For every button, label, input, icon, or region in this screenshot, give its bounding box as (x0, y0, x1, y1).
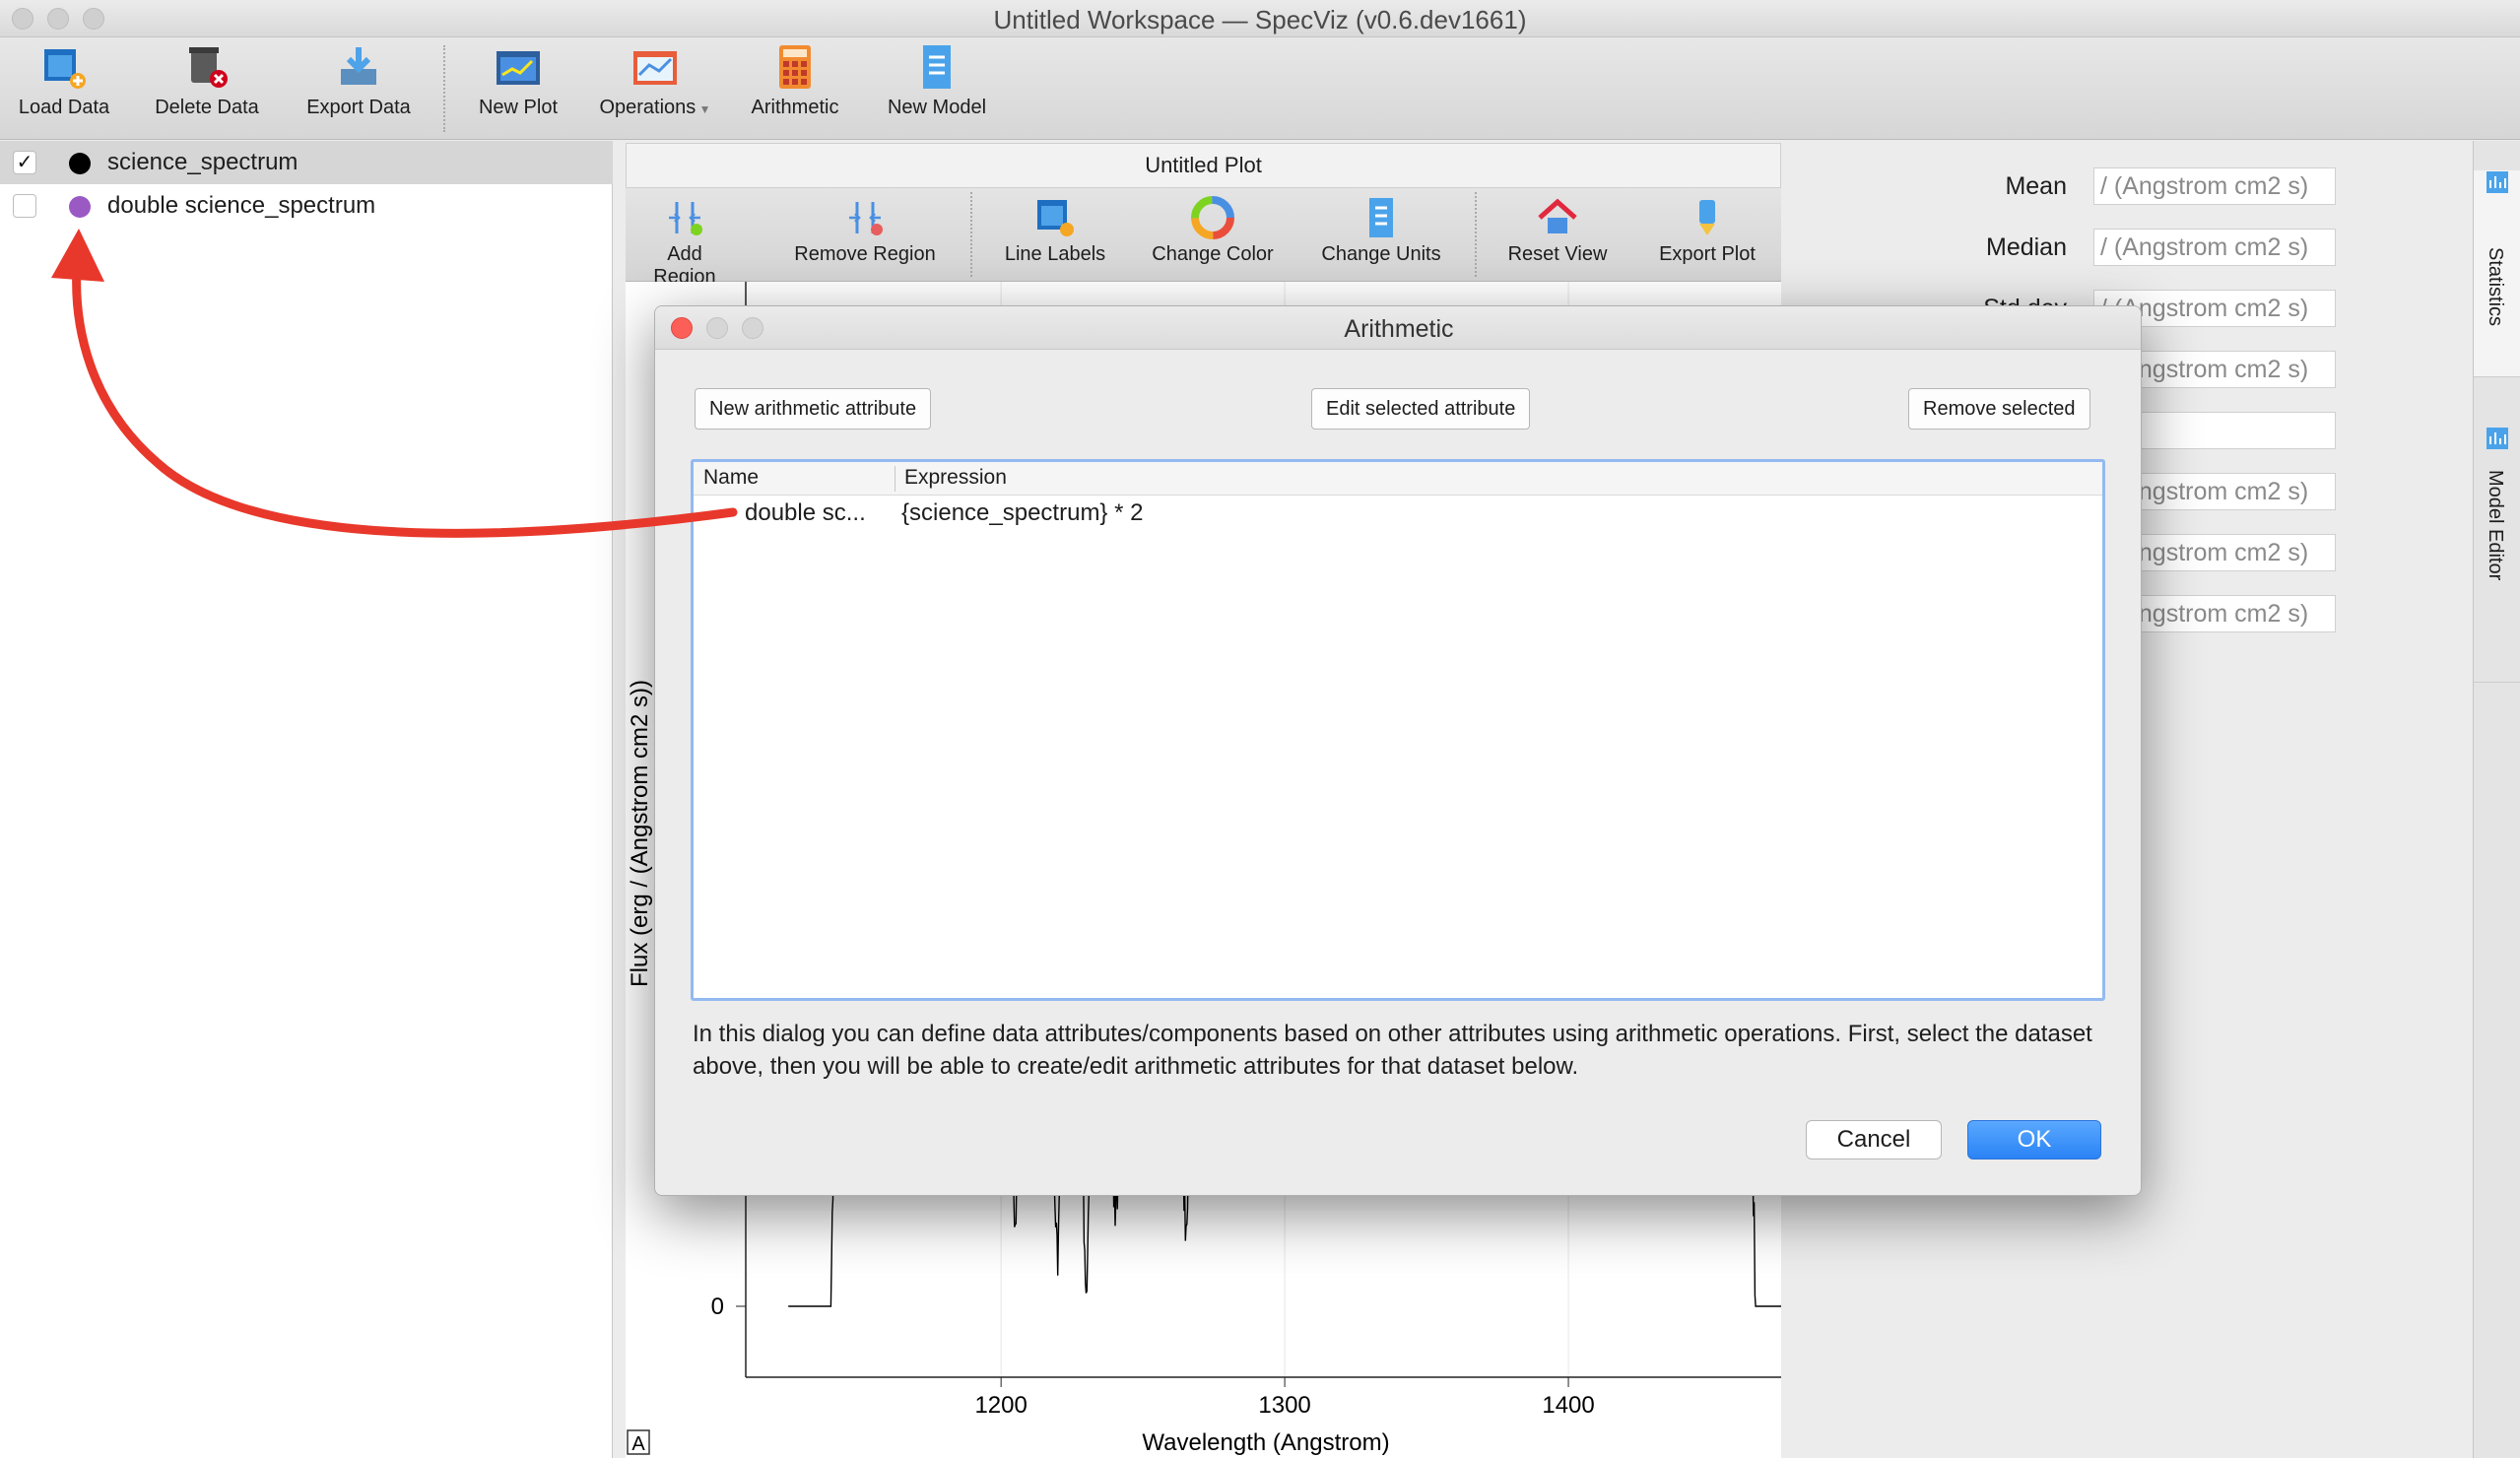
data-item-label: science_spectrum (107, 149, 298, 175)
x-tick-label: 1200 (974, 1392, 1027, 1419)
line-labels-icon (1037, 200, 1074, 236)
dialog-help-text: In this dialog you can define data attri… (693, 1021, 2092, 1080)
column-header-name[interactable]: Name (703, 466, 759, 490)
remove-selected-button[interactable]: Remove selected (1908, 388, 2090, 430)
color-wheel-icon (1191, 196, 1234, 239)
stat-row-median: Median / (Angstrom cm2 s) (1781, 227, 2471, 270)
attribute-table[interactable]: Name Expression double sc... {science_sp… (691, 459, 2105, 1001)
stat-value-field[interactable]: / (Angstrom cm2 s) (2093, 167, 2336, 205)
remove-region-button[interactable]: Remove Region (791, 196, 939, 266)
arithmetic-label: Arithmetic (751, 97, 839, 118)
main-toolbar: Load Data Delete Data Export Data New Pl… (0, 37, 2520, 140)
attribute-expression-cell: {science_spectrum} * 2 (901, 499, 1144, 526)
plot-toolbar: Add Region Remove Region Line Labels Cha… (626, 188, 1781, 288)
new-model-label: New Model (887, 97, 987, 118)
reset-view-button[interactable]: Reset View (1500, 196, 1615, 266)
color-dot (69, 196, 91, 218)
toolbar-separator (970, 192, 972, 277)
change-units-label: Change Units (1321, 243, 1441, 265)
delete-data-label: Delete Data (155, 97, 259, 118)
stat-row-mean: Mean / (Angstrom cm2 s) (1781, 166, 2471, 209)
delete-data-button[interactable]: Delete Data (148, 43, 266, 134)
change-color-button[interactable]: Change Color (1146, 196, 1280, 266)
calculator-icon (779, 45, 811, 89)
change-units-button[interactable]: Change Units (1315, 196, 1447, 266)
ok-button[interactable]: OK (1967, 1120, 2101, 1160)
arithmetic-dialog: Arithmetic New arithmetic attribute Edit… (654, 305, 2142, 1196)
export-data-icon (341, 47, 376, 85)
x-axis-label: Wavelength (Angstrom) (1142, 1429, 1389, 1456)
table-header: Name Expression (694, 462, 2102, 496)
change-color-label: Change Color (1152, 243, 1274, 265)
add-region-icon (669, 202, 702, 235)
data-item-label: double science_spectrum (107, 192, 376, 219)
dialog-titlebar: Arithmetic (655, 306, 2141, 350)
table-row[interactable]: double sc... {science_spectrum} * 2 (694, 496, 2102, 531)
x-axis-ticks: 1200 1300 1400 (974, 1377, 1595, 1419)
load-data-button[interactable]: Load Data (10, 43, 118, 134)
x-tick-label: 1400 (1542, 1392, 1594, 1419)
tab-statistics-label: Statistics (2485, 247, 2506, 327)
dropdown-arrow-icon: ▼ (696, 102, 711, 116)
statistics-icon (2487, 171, 2508, 193)
data-list-panel: ✓ science_spectrum double science_spectr… (0, 141, 613, 1458)
visibility-checkbox[interactable]: ✓ (13, 151, 36, 174)
tab-model-editor[interactable]: Model Editor (2474, 427, 2520, 683)
data-list-item[interactable]: ✓ science_spectrum (0, 141, 613, 184)
line-labels-button[interactable]: Line Labels (998, 196, 1112, 266)
y-axis-ticks: 0 (711, 1293, 746, 1320)
edit-selected-attribute-button[interactable]: Edit selected attribute (1311, 388, 1531, 430)
load-data-label: Load Data (18, 97, 110, 118)
visibility-checkbox[interactable] (13, 194, 36, 218)
new-plot-label: New Plot (478, 97, 559, 118)
cancel-button[interactable]: Cancel (1806, 1120, 1942, 1160)
dialog-title: Arithmetic (1344, 315, 1454, 343)
stat-label: Mean (2005, 172, 2067, 200)
new-plot-icon (497, 51, 540, 85)
new-plot-button[interactable]: New Plot (469, 43, 567, 134)
tab-statistics[interactable]: Statistics (2474, 170, 2520, 377)
new-model-icon (923, 45, 951, 89)
load-data-icon (44, 49, 86, 89)
side-tab-bar: Statistics Model Editor (2473, 141, 2520, 1458)
operations-button[interactable]: Operations ▼ (595, 43, 715, 134)
delete-data-icon (189, 47, 228, 88)
tab-model-editor-label: Model Editor (2485, 470, 2506, 581)
window-title: Untitled Workspace — SpecViz (v0.6.dev16… (993, 5, 1527, 34)
remove-region-icon (849, 202, 883, 235)
stat-value-field[interactable]: / (Angstrom cm2 s) (2093, 229, 2336, 266)
line-labels-label: Line Labels (1004, 243, 1106, 265)
new-arithmetic-attribute-button[interactable]: New arithmetic attribute (695, 388, 932, 430)
export-data-button[interactable]: Export Data (298, 43, 420, 134)
color-dot (69, 153, 91, 174)
plot-title: Untitled Plot (626, 143, 1781, 188)
arithmetic-button[interactable]: Arithmetic (741, 43, 849, 134)
autoscale-label: A (631, 1433, 645, 1455)
toolbar-separator (443, 45, 445, 132)
change-units-icon (1369, 198, 1393, 237)
model-editor-icon (2487, 428, 2508, 449)
toolbar-separator (1475, 192, 1477, 277)
add-region-button[interactable]: Add Region (639, 196, 730, 289)
home-icon (1538, 198, 1577, 233)
export-data-label: Export Data (306, 97, 411, 118)
remove-region-label: Remove Region (794, 243, 936, 265)
reset-view-label: Reset View (1507, 243, 1608, 265)
window-titlebar: Untitled Workspace — SpecViz (v0.6.dev16… (0, 0, 2520, 37)
operations-icon (633, 51, 677, 85)
new-model-button[interactable]: New Model (877, 43, 997, 134)
x-tick-label: 1300 (1258, 1392, 1310, 1419)
export-plot-label: Export Plot (1659, 243, 1756, 265)
operations-label: Operations (599, 97, 696, 118)
export-plot-icon (1699, 200, 1715, 235)
y-tick-label: 0 (711, 1293, 724, 1320)
data-list-item[interactable]: double science_spectrum (0, 184, 613, 228)
attribute-name-cell: double sc... (745, 499, 866, 526)
stat-label: Median (1986, 233, 2067, 261)
export-plot-button[interactable]: Export Plot (1646, 196, 1768, 266)
column-header-expression[interactable]: Expression (904, 466, 1007, 490)
y-axis-label: Flux (erg / (Angstrom cm2 s)) (627, 680, 653, 987)
